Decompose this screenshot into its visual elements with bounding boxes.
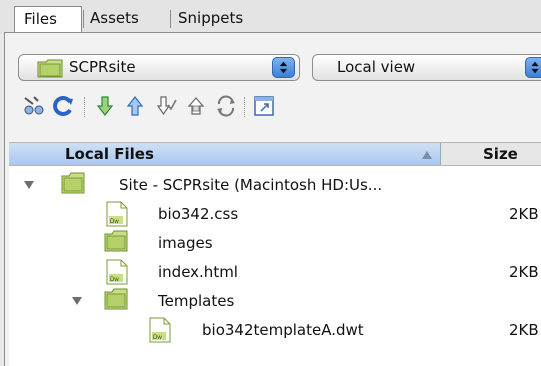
toolbar-separator: [84, 97, 86, 117]
panel-tab-bar: Files Assets Snippets: [0, 0, 541, 34]
site-folder-icon: [61, 172, 85, 194]
svg-text:Dw: Dw: [153, 335, 162, 341]
files-toolbar: [0, 88, 541, 122]
tree-row-images[interactable]: images: [9, 228, 541, 257]
column-header-local-files-label: Local Files: [65, 145, 154, 163]
expand-icon[interactable]: [252, 94, 276, 118]
sort-ascending-icon: [422, 151, 432, 159]
disclosure-expanded-icon[interactable]: [23, 180, 35, 190]
tab-assets[interactable]: Assets: [90, 6, 139, 30]
put-files-icon[interactable]: [123, 94, 147, 118]
tree-row-label: Templates: [158, 292, 235, 310]
tree-row-size: 2KB: [509, 263, 539, 281]
tab-divider: [170, 10, 171, 28]
view-select-value: Local view: [337, 58, 416, 76]
view-select-stepper[interactable]: [525, 57, 541, 78]
tree-row-label: bio342.css: [158, 205, 239, 223]
site-select-value: SCPRsite: [69, 58, 136, 76]
site-select-stepper[interactable]: [272, 57, 295, 78]
file-tree: Site - SCPRsite (Macintosh HD:Us... Dw b…: [9, 166, 541, 366]
folder-icon: [104, 288, 128, 310]
tree-row-bio342templatea-dwt[interactable]: Dw bio342templateA.dwt 2KB: [9, 315, 541, 344]
view-select[interactable]: Local view: [312, 54, 541, 81]
svg-text:Dw: Dw: [110, 277, 119, 283]
site-folder-icon: [37, 59, 63, 78]
tree-row-templates[interactable]: Templates: [9, 286, 541, 315]
tree-row-label: images: [158, 234, 213, 252]
site-select[interactable]: SCPRsite: [18, 54, 300, 81]
tree-row-size: 2KB: [509, 205, 539, 223]
disclosure-expanded-icon[interactable]: [71, 296, 83, 306]
folder-icon: [104, 230, 128, 252]
dreamweaver-file-icon: Dw: [106, 201, 128, 227]
synchronize-icon[interactable]: [214, 94, 238, 118]
toolbar-separator: [244, 97, 246, 117]
column-header-local-files[interactable]: Local Files: [9, 143, 441, 165]
up-down-arrows-icon: [531, 61, 539, 74]
tree-row-index-html[interactable]: Dw index.html 2KB: [9, 257, 541, 286]
get-files-icon[interactable]: [93, 94, 117, 118]
tree-row-bio342-css[interactable]: Dw bio342.css 2KB: [9, 199, 541, 228]
up-down-arrows-icon: [279, 61, 288, 74]
tree-row-site-root[interactable]: Site - SCPRsite (Macintosh HD:Us...: [9, 170, 541, 199]
tab-snippets[interactable]: Snippets: [178, 6, 243, 30]
tree-row-label: bio342templateA.dwt: [202, 321, 364, 339]
dreamweaver-file-icon: Dw: [149, 317, 171, 343]
column-header-size[interactable]: Size: [483, 144, 518, 164]
file-list-header: Local Files Size: [9, 142, 541, 166]
tree-row-label: index.html: [158, 263, 238, 281]
tab-divider: [83, 10, 84, 28]
tree-row-label: Site - SCPRsite (Macintosh HD:Us...: [119, 176, 383, 194]
svg-text:Dw: Dw: [110, 219, 119, 225]
refresh-icon[interactable]: [52, 94, 76, 118]
dreamweaver-file-icon: Dw: [106, 259, 128, 285]
connect-icon[interactable]: [22, 94, 46, 118]
check-in-icon[interactable]: [184, 94, 208, 118]
check-out-icon[interactable]: [154, 94, 178, 118]
tab-files[interactable]: Files: [14, 6, 82, 33]
tree-row-size: 2KB: [509, 321, 539, 339]
